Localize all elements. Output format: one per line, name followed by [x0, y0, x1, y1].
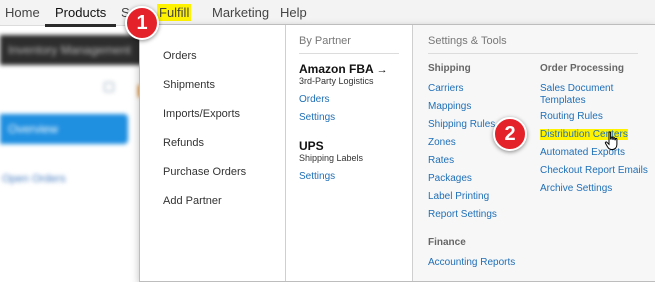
zones-link[interactable]: Zones: [428, 137, 456, 148]
rates-link[interactable]: Rates: [428, 155, 454, 166]
nav-fulfill-label: Fulfill: [157, 4, 192, 21]
menu-add-partner[interactable]: Add Partner: [163, 195, 222, 207]
partner-amazon-fba-subtitle: 3rd-Party Logistics: [299, 76, 374, 86]
partner-ups-subtitle: Shipping Labels: [299, 153, 364, 163]
label-printing-link[interactable]: Label Printing: [428, 191, 489, 202]
routing-rules-link[interactable]: Routing Rules: [540, 111, 603, 122]
menu-refunds[interactable]: Refunds: [163, 137, 204, 149]
mappings-link[interactable]: Mappings: [428, 101, 471, 112]
ups-settings-link[interactable]: Settings: [299, 171, 335, 182]
settings-tools-title: Settings & Tools: [428, 35, 507, 47]
by-partner-title: By Partner: [299, 35, 351, 47]
sales-document-templates-link[interactable]: Sales Document Templates: [540, 83, 640, 107]
carriers-link[interactable]: Carriers: [428, 83, 464, 94]
partner-amazon-fba[interactable]: Amazon FBA →: [299, 62, 388, 76]
fulfill-mega-menu: Orders Shipments Imports/Exports Refunds…: [139, 24, 655, 282]
nav-marketing[interactable]: Marketing: [212, 0, 269, 26]
divider: [299, 53, 399, 54]
nav-help[interactable]: Help: [280, 0, 307, 26]
report-settings-link[interactable]: Report Settings: [428, 209, 497, 220]
amazon-fba-settings-link[interactable]: Settings: [299, 112, 335, 123]
sidebar-active-label: Overview: [8, 122, 59, 136]
help-icon: [104, 82, 114, 92]
amazon-fba-orders-link[interactable]: Orders: [299, 94, 330, 105]
divider: [428, 53, 638, 54]
hand-pointer-icon: [604, 131, 618, 150]
menu-by-partner-column: By Partner Amazon FBA → 3rd-Party Logist…: [285, 25, 412, 281]
arrow-right-icon: →: [376, 64, 388, 76]
nav-fulfill[interactable]: Fulfill: [157, 0, 192, 26]
order-processing-heading: Order Processing: [540, 63, 624, 74]
top-nav: Home Products S Fulfill Marketing Help: [0, 0, 655, 27]
nav-products[interactable]: Products: [44, 0, 117, 27]
nav-home[interactable]: Home: [5, 0, 40, 26]
menu-settings-tools-column: Settings & Tools Shipping Carriers Mappi…: [412, 25, 655, 281]
shipping-heading: Shipping: [428, 63, 471, 74]
step-1-badge: 1: [125, 6, 159, 40]
menu-purchase-orders[interactable]: Purchase Orders: [163, 166, 246, 178]
menu-orders[interactable]: Orders: [163, 50, 197, 62]
sidebar-active-item[interactable]: Overview: [0, 114, 128, 144]
sidebar-link[interactable]: Open Orders: [2, 173, 66, 185]
step-2-badge: 2: [493, 117, 527, 151]
packages-link[interactable]: Packages: [428, 173, 472, 184]
menu-shipments[interactable]: Shipments: [163, 79, 215, 91]
page-header-title: Inventory Management: [8, 43, 131, 57]
checkout-report-emails-link[interactable]: Checkout Report Emails: [540, 165, 648, 176]
menu-actions-column: Orders Shipments Imports/Exports Refunds…: [140, 25, 285, 281]
menu-imports-exports[interactable]: Imports/Exports: [163, 108, 240, 120]
partner-ups[interactable]: UPS: [299, 139, 324, 153]
partner-amazon-fba-name: Amazon FBA: [299, 62, 374, 76]
accounting-reports-link[interactable]: Accounting Reports: [428, 257, 515, 268]
shipping-rules-link[interactable]: Shipping Rules: [428, 119, 495, 130]
archive-settings-link[interactable]: Archive Settings: [540, 183, 612, 194]
finance-heading: Finance: [428, 237, 466, 248]
